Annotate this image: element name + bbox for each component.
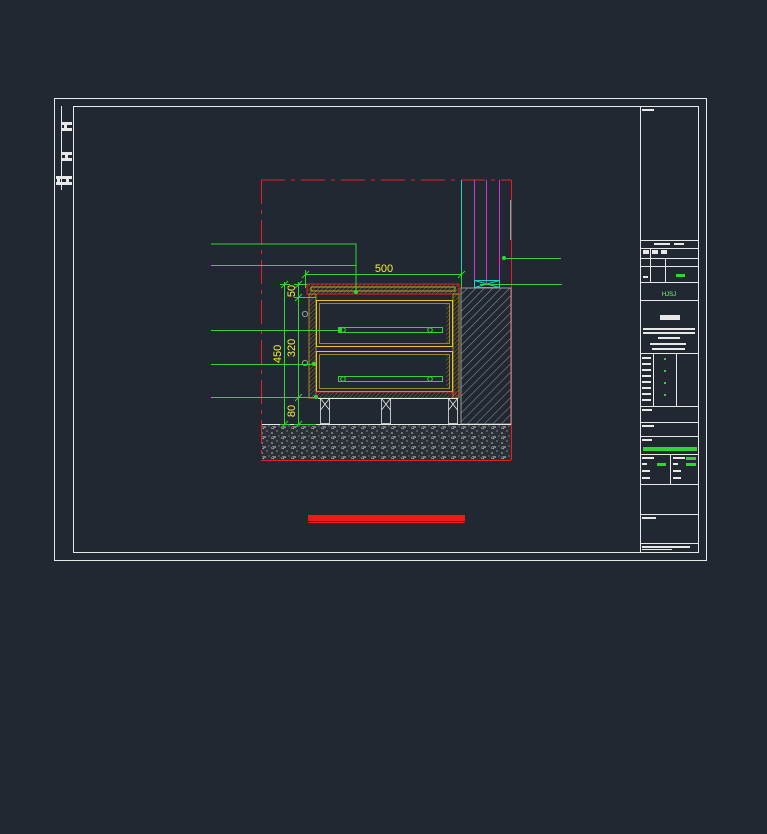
sheet-frame xyxy=(54,98,707,561)
title-block[interactable]: HJSJ xyxy=(640,106,699,553)
cad-drawing-canvas[interactable]: HJSJ 500 50 320 80 450 xyxy=(0,0,767,834)
lower-drawer xyxy=(316,351,453,392)
drawing-title-bar xyxy=(308,515,465,523)
cabinet-section xyxy=(301,283,460,424)
dim-middle-label: 320 xyxy=(286,339,298,357)
binding-strip xyxy=(56,122,72,185)
wall-finish-lines xyxy=(461,180,511,288)
dim-bottom-label: 80 xyxy=(286,405,298,417)
lower-drawer-rail xyxy=(338,376,443,382)
wall-section-hatch xyxy=(460,287,512,425)
firm-logo-text: HJSJ xyxy=(662,292,676,298)
upper-drawer-rail xyxy=(338,327,443,333)
floor-slab xyxy=(262,424,511,460)
drawer-knob xyxy=(301,310,309,318)
dim-width-label: 500 xyxy=(375,263,393,275)
dim-total-label: 450 xyxy=(272,345,284,363)
dim-top-label: 50 xyxy=(286,285,298,297)
upper-drawer xyxy=(316,300,453,347)
